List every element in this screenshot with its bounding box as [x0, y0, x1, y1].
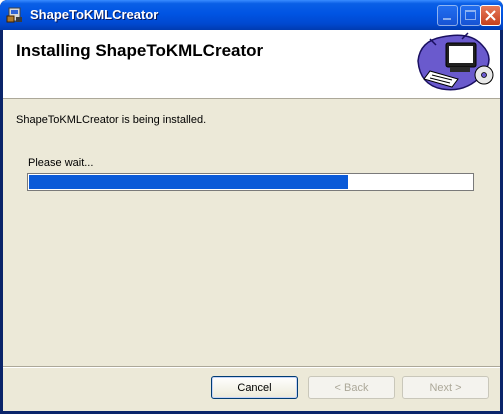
close-icon	[485, 10, 496, 21]
minimize-icon	[443, 18, 451, 20]
install-status-text: ShapeToKMLCreator is being installed.	[16, 114, 207, 126]
close-button[interactable]	[480, 5, 501, 26]
installer-icon	[6, 7, 22, 23]
cancel-button[interactable]: Cancel	[211, 376, 298, 399]
next-button[interactable]: Next >	[402, 376, 489, 399]
maximize-icon	[465, 10, 476, 20]
title-bar[interactable]: ShapeToKMLCreator	[0, 0, 503, 30]
computer-setup-icon	[417, 32, 494, 91]
please-wait-label: Please wait...	[28, 157, 94, 169]
installer-window: ShapeToKMLCreator Installing ShapeToKMLC…	[0, 0, 503, 414]
window-title: ShapeToKMLCreator	[30, 7, 159, 22]
dialog-body: Installing ShapeToKMLCreator ShapeToKMLC…	[3, 30, 500, 411]
maximize-button[interactable]	[460, 5, 481, 26]
minimize-button[interactable]	[437, 5, 458, 26]
progress-fill	[29, 175, 348, 189]
page-title: Installing ShapeToKMLCreator	[16, 41, 264, 60]
install-progress-bar	[27, 173, 474, 191]
button-separator	[3, 366, 500, 368]
back-button[interactable]: < Back	[308, 376, 395, 399]
header-banner: Installing ShapeToKMLCreator	[3, 30, 500, 99]
